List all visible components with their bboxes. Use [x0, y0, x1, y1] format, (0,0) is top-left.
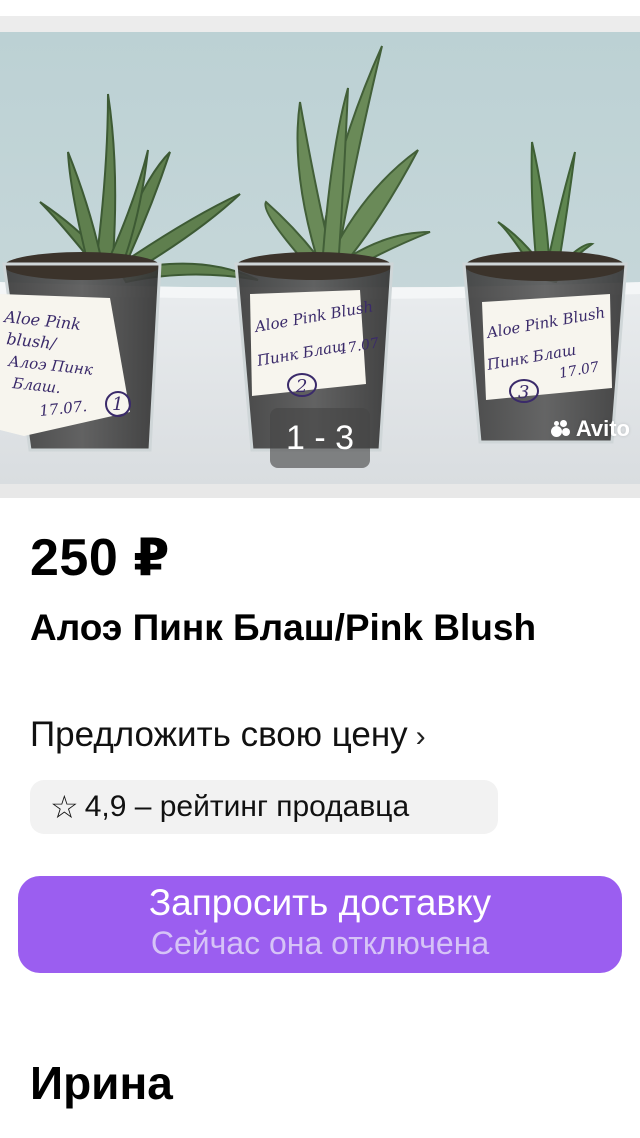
seller-name[interactable]: Ирина [30, 1056, 173, 1110]
seller-rating-chip[interactable]: ☆ 4,9 – рейтинг продавца [30, 780, 498, 834]
request-delivery-button[interactable]: Запросить доставку Сейчас она отключена [18, 876, 622, 973]
make-offer-label: Предложить свою цену [30, 715, 408, 754]
seller-rating-text: 4,9 – рейтинг продавца [84, 790, 410, 823]
listing-price: 250 ₽ [30, 529, 170, 587]
top-strip [0, 0, 640, 32]
listing-title: Алоэ Пинк Блаш/Pink Blush [30, 607, 537, 648]
avito-logo-icon [550, 418, 572, 440]
label-1-number: 1 [112, 394, 123, 415]
request-delivery-label: Запросить доставку [148, 882, 492, 923]
avito-watermark: Avito [550, 414, 630, 444]
label-3-number: 3 [518, 382, 529, 403]
chevron-right-icon: › [415, 720, 426, 753]
request-delivery-sublabel: Сейчас она отключена [150, 925, 490, 961]
avito-watermark-text: Avito [575, 416, 630, 441]
make-offer-link[interactable]: Предложить свою цену › [30, 712, 426, 760]
star-icon: ☆ [50, 789, 79, 825]
photo-counter: 1 - 3 [270, 408, 370, 468]
label-2-number: 2 [295, 376, 307, 397]
photo-bottom-strip [0, 484, 640, 498]
